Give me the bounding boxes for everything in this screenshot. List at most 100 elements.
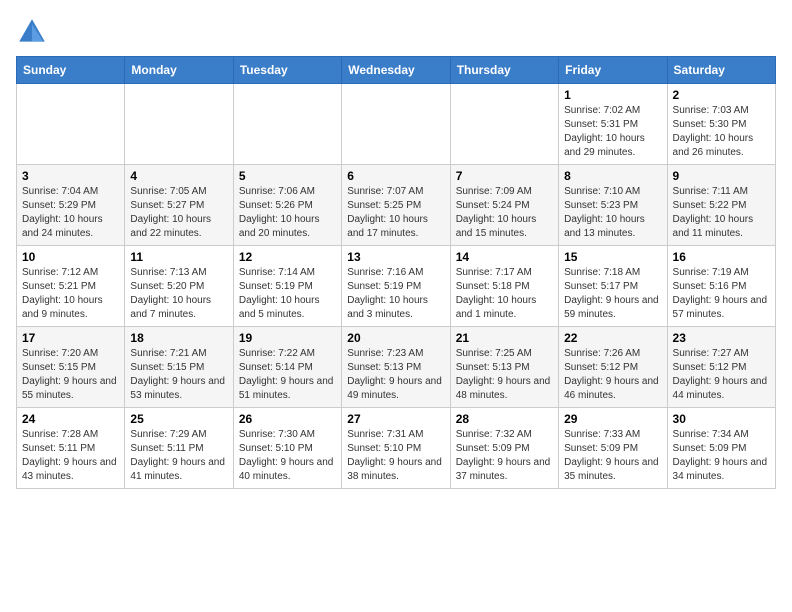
day-number: 24 (22, 412, 119, 426)
calendar-cell (17, 84, 125, 165)
day-number: 13 (347, 250, 444, 264)
day-info: Sunrise: 7:32 AM Sunset: 5:09 PM Dayligh… (456, 428, 553, 484)
day-number: 1 (564, 88, 661, 102)
day-info: Sunrise: 7:22 AM Sunset: 5:14 PM Dayligh… (239, 347, 336, 403)
calendar-cell: 7 Sunrise: 7:09 AM Sunset: 5:24 PM Daylig… (450, 165, 558, 246)
day-info: Sunrise: 7:30 AM Sunset: 5:10 PM Dayligh… (239, 428, 336, 484)
calendar-cell: 26 Sunrise: 7:30 AM Sunset: 5:10 PM Dayli… (233, 408, 341, 489)
day-info: Sunrise: 7:05 AM Sunset: 5:27 PM Dayligh… (130, 185, 227, 241)
day-info: Sunrise: 7:03 AM Sunset: 5:30 PM Dayligh… (673, 104, 770, 160)
day-info: Sunrise: 7:19 AM Sunset: 5:16 PM Dayligh… (673, 266, 770, 322)
calendar-cell (342, 84, 450, 165)
day-info: Sunrise: 7:33 AM Sunset: 5:09 PM Dayligh… (564, 428, 661, 484)
calendar-cell (233, 84, 341, 165)
calendar-cell: 21 Sunrise: 7:25 AM Sunset: 5:13 PM Dayli… (450, 327, 558, 408)
week-row-5: 24 Sunrise: 7:28 AM Sunset: 5:11 PM Dayli… (17, 408, 776, 489)
day-info: Sunrise: 7:16 AM Sunset: 5:19 PM Dayligh… (347, 266, 444, 322)
day-info: Sunrise: 7:11 AM Sunset: 5:22 PM Dayligh… (673, 185, 770, 241)
calendar-cell: 3Sunrise: 7:04 AM Sunset: 5:29 PM Daylig… (17, 165, 125, 246)
day-number: 18 (130, 331, 227, 345)
calendar-cell: 23 Sunrise: 7:27 AM Sunset: 5:12 PM Dayli… (667, 327, 775, 408)
weekday-header-sunday: Sunday (17, 57, 125, 84)
day-number: 8 (564, 169, 661, 183)
week-row-3: 10 Sunrise: 7:12 AM Sunset: 5:21 PM Dayli… (17, 246, 776, 327)
week-row-2: 3Sunrise: 7:04 AM Sunset: 5:29 PM Daylig… (17, 165, 776, 246)
calendar-cell: 11 Sunrise: 7:13 AM Sunset: 5:20 PM Dayli… (125, 246, 233, 327)
day-number: 26 (239, 412, 336, 426)
weekday-header-row: SundayMondayTuesdayWednesdayThursdayFrid… (17, 57, 776, 84)
day-info: Sunrise: 7:31 AM Sunset: 5:10 PM Dayligh… (347, 428, 444, 484)
day-info: Sunrise: 7:21 AM Sunset: 5:15 PM Dayligh… (130, 347, 227, 403)
header (16, 16, 776, 48)
day-info: Sunrise: 7:17 AM Sunset: 5:18 PM Dayligh… (456, 266, 553, 322)
day-number: 15 (564, 250, 661, 264)
calendar-cell: 18 Sunrise: 7:21 AM Sunset: 5:15 PM Dayli… (125, 327, 233, 408)
day-number: 16 (673, 250, 770, 264)
day-info: Sunrise: 7:27 AM Sunset: 5:12 PM Dayligh… (673, 347, 770, 403)
weekday-header-saturday: Saturday (667, 57, 775, 84)
day-number: 25 (130, 412, 227, 426)
day-number: 3 (22, 169, 119, 183)
day-info: Sunrise: 7:13 AM Sunset: 5:20 PM Dayligh… (130, 266, 227, 322)
day-number: 2 (673, 88, 770, 102)
day-info: Sunrise: 7:12 AM Sunset: 5:21 PM Dayligh… (22, 266, 119, 322)
day-info: Sunrise: 7:34 AM Sunset: 5:09 PM Dayligh… (673, 428, 770, 484)
day-info: Sunrise: 7:06 AM Sunset: 5:26 PM Dayligh… (239, 185, 336, 241)
calendar-cell: 16 Sunrise: 7:19 AM Sunset: 5:16 PM Dayli… (667, 246, 775, 327)
day-info: Sunrise: 7:26 AM Sunset: 5:12 PM Dayligh… (564, 347, 661, 403)
day-number: 12 (239, 250, 336, 264)
day-number: 22 (564, 331, 661, 345)
calendar-cell: 22 Sunrise: 7:26 AM Sunset: 5:12 PM Dayli… (559, 327, 667, 408)
weekday-header-monday: Monday (125, 57, 233, 84)
day-info: Sunrise: 7:09 AM Sunset: 5:24 PM Dayligh… (456, 185, 553, 241)
day-number: 28 (456, 412, 553, 426)
day-number: 20 (347, 331, 444, 345)
day-number: 11 (130, 250, 227, 264)
day-info: Sunrise: 7:28 AM Sunset: 5:11 PM Dayligh… (22, 428, 119, 484)
calendar-cell: 28 Sunrise: 7:32 AM Sunset: 5:09 PM Dayli… (450, 408, 558, 489)
calendar-cell: 14 Sunrise: 7:17 AM Sunset: 5:18 PM Dayli… (450, 246, 558, 327)
calendar-cell: 9Sunrise: 7:11 AM Sunset: 5:22 PM Daylig… (667, 165, 775, 246)
day-number: 27 (347, 412, 444, 426)
day-info: Sunrise: 7:23 AM Sunset: 5:13 PM Dayligh… (347, 347, 444, 403)
weekday-header-wednesday: Wednesday (342, 57, 450, 84)
day-number: 10 (22, 250, 119, 264)
calendar-cell: 17Sunrise: 7:20 AM Sunset: 5:15 PM Dayli… (17, 327, 125, 408)
day-number: 19 (239, 331, 336, 345)
weekday-header-thursday: Thursday (450, 57, 558, 84)
calendar-cell: 6 Sunrise: 7:07 AM Sunset: 5:25 PM Daylig… (342, 165, 450, 246)
calendar-cell: 13 Sunrise: 7:16 AM Sunset: 5:19 PM Dayli… (342, 246, 450, 327)
calendar-cell: 4 Sunrise: 7:05 AM Sunset: 5:27 PM Daylig… (125, 165, 233, 246)
calendar-cell: 10 Sunrise: 7:12 AM Sunset: 5:21 PM Dayli… (17, 246, 125, 327)
calendar-table: SundayMondayTuesdayWednesdayThursdayFrid… (16, 56, 776, 489)
calendar-cell (125, 84, 233, 165)
day-info: Sunrise: 7:18 AM Sunset: 5:17 PM Dayligh… (564, 266, 661, 322)
weekday-header-tuesday: Tuesday (233, 57, 341, 84)
day-number: 17 (22, 331, 119, 345)
day-number: 6 (347, 169, 444, 183)
calendar-cell: 19 Sunrise: 7:22 AM Sunset: 5:14 PM Dayli… (233, 327, 341, 408)
day-number: 29 (564, 412, 661, 426)
calendar-cell: 12Sunrise: 7:14 AM Sunset: 5:19 PM Dayli… (233, 246, 341, 327)
day-info: Sunrise: 7:10 AM Sunset: 5:23 PM Dayligh… (564, 185, 661, 241)
calendar-cell: 8 Sunrise: 7:10 AM Sunset: 5:23 PM Daylig… (559, 165, 667, 246)
calendar-cell: 29 Sunrise: 7:33 AM Sunset: 5:09 PM Dayli… (559, 408, 667, 489)
calendar-cell: 2 Sunrise: 7:03 AM Sunset: 5:30 PM Daylig… (667, 84, 775, 165)
day-number: 14 (456, 250, 553, 264)
day-number: 30 (673, 412, 770, 426)
day-info: Sunrise: 7:02 AM Sunset: 5:31 PM Dayligh… (564, 104, 661, 160)
day-info: Sunrise: 7:25 AM Sunset: 5:13 PM Dayligh… (456, 347, 553, 403)
calendar-cell: 25 Sunrise: 7:29 AM Sunset: 5:11 PM Dayli… (125, 408, 233, 489)
day-number: 23 (673, 331, 770, 345)
calendar-cell: 24 Sunrise: 7:28 AM Sunset: 5:11 PM Dayli… (17, 408, 125, 489)
calendar-cell (450, 84, 558, 165)
day-number: 7 (456, 169, 553, 183)
day-info: Sunrise: 7:29 AM Sunset: 5:11 PM Dayligh… (130, 428, 227, 484)
calendar-cell: 30 Sunrise: 7:34 AM Sunset: 5:09 PM Dayli… (667, 408, 775, 489)
weekday-header-friday: Friday (559, 57, 667, 84)
calendar-cell: 5Sunrise: 7:06 AM Sunset: 5:26 PM Daylig… (233, 165, 341, 246)
day-info: Sunrise: 7:07 AM Sunset: 5:25 PM Dayligh… (347, 185, 444, 241)
logo-icon (16, 16, 48, 48)
day-number: 4 (130, 169, 227, 183)
day-number: 21 (456, 331, 553, 345)
